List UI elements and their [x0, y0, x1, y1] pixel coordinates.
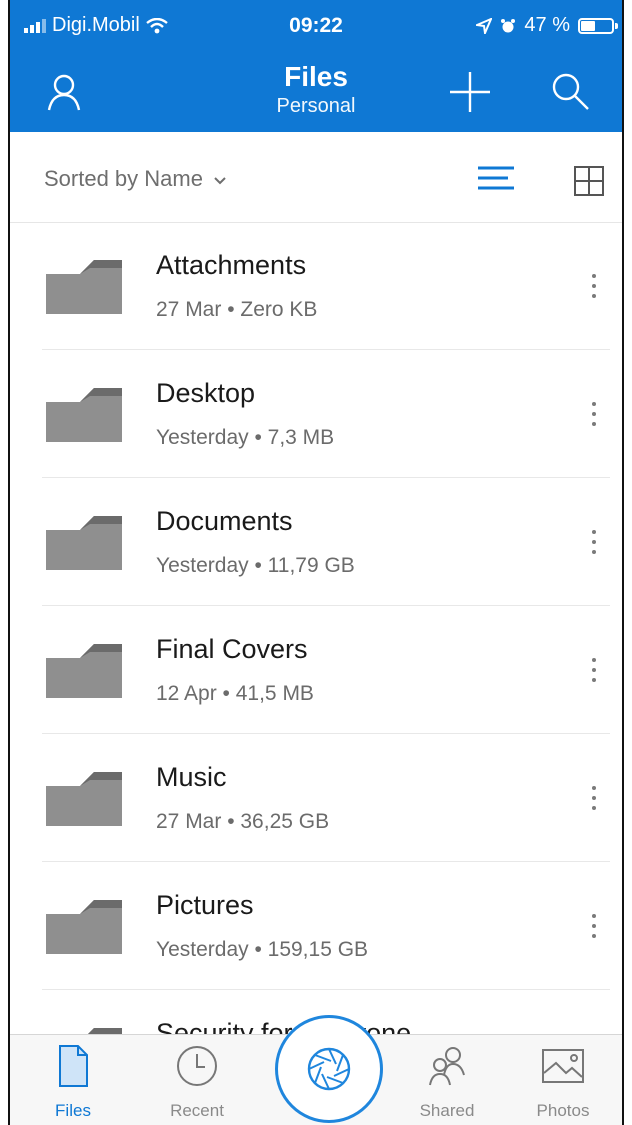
list-item-music[interactable]: Music 27 Mar • 36,25 GB	[10, 734, 622, 862]
page-title: Files	[284, 61, 348, 92]
item-meta: 12 Apr • 41,5 MB	[156, 682, 314, 705]
sort-label: Sorted by Name	[44, 166, 203, 191]
account-subtitle: Personal	[276, 95, 356, 117]
item-meta: 27 Mar • Zero KB	[156, 298, 318, 321]
plus-icon	[450, 72, 490, 112]
folder-icon	[46, 260, 122, 314]
item-name: Music	[156, 762, 227, 792]
file-icon	[59, 1045, 88, 1087]
list-item-attachments[interactable]: Attachments 27 Mar • Zero KB	[10, 222, 622, 350]
chevron-down-icon	[214, 177, 226, 185]
folder-icon	[46, 644, 122, 698]
list-view-icon	[478, 166, 514, 190]
tab-photos[interactable]: Photos	[508, 1035, 618, 1125]
battery-icon	[578, 17, 618, 34]
app-frame: Digi.Mobil 09:22 47 % Files Personal Sor…	[8, 0, 624, 1125]
tab-label: Photos	[536, 1101, 590, 1120]
status-bar: Digi.Mobil 09:22 47 %	[10, 0, 622, 60]
item-meta: Yesterday • 11,79 GB	[156, 554, 355, 577]
item-name: Attachments	[156, 250, 307, 280]
item-name: Final Covers	[156, 634, 308, 664]
tab-label: Recent	[170, 1101, 224, 1120]
grid-view-button[interactable]	[572, 164, 606, 198]
list-view-button[interactable]	[476, 164, 516, 194]
list-item-documents[interactable]: Documents Yesterday • 11,79 GB	[10, 478, 622, 606]
battery-percent: 47 %	[524, 14, 570, 36]
more-options-button[interactable]	[580, 266, 608, 306]
item-meta: Yesterday • 7,3 MB	[156, 426, 335, 449]
tab-label: Shared	[419, 1101, 475, 1120]
item-meta: Yesterday • 159,15 GB	[156, 938, 369, 961]
tab-shared[interactable]: Shared	[392, 1035, 502, 1125]
app-header: Digi.Mobil 09:22 47 % Files Personal	[10, 0, 622, 132]
list-item-desktop[interactable]: Desktop Yesterday • 7,3 MB	[10, 350, 622, 478]
more-options-button[interactable]	[580, 778, 608, 818]
header-title-group: Files Personal	[10, 60, 622, 118]
grid-view-icon	[574, 166, 604, 196]
camera-button[interactable]	[275, 1015, 383, 1123]
search-button[interactable]	[542, 60, 598, 124]
clock-icon	[177, 1046, 217, 1086]
item-name: Pictures	[156, 890, 254, 920]
camera-shutter-icon	[307, 1047, 351, 1091]
photo-icon	[542, 1049, 584, 1083]
list-item-pictures[interactable]: Pictures Yesterday • 159,15 GB	[10, 862, 622, 990]
status-right: 47 %	[476, 14, 618, 37]
more-options-button[interactable]	[580, 906, 608, 946]
tab-files[interactable]: Files	[18, 1035, 128, 1125]
list-item-final-covers[interactable]: Final Covers 12 Apr • 41,5 MB	[10, 606, 622, 734]
search-icon	[552, 73, 589, 110]
folder-icon	[46, 900, 122, 954]
folder-icon	[46, 772, 122, 826]
location-icon	[476, 17, 493, 34]
folder-icon	[46, 516, 122, 570]
alarm-icon	[501, 18, 516, 32]
tab-recent[interactable]: Recent	[142, 1035, 252, 1125]
more-options-button[interactable]	[580, 522, 608, 562]
add-button[interactable]	[442, 60, 498, 124]
more-options-button[interactable]	[580, 394, 608, 434]
people-icon	[429, 1047, 465, 1086]
folder-icon	[46, 388, 122, 442]
tab-label: Files	[55, 1101, 91, 1120]
more-options-button[interactable]	[580, 650, 608, 690]
item-name: Documents	[156, 506, 293, 536]
sort-bar: Sorted by Name	[10, 132, 622, 223]
item-name: Desktop	[156, 378, 256, 408]
sort-dropdown[interactable]: Sorted by Name	[44, 166, 227, 192]
item-meta: 27 Mar • 36,25 GB	[156, 810, 330, 833]
